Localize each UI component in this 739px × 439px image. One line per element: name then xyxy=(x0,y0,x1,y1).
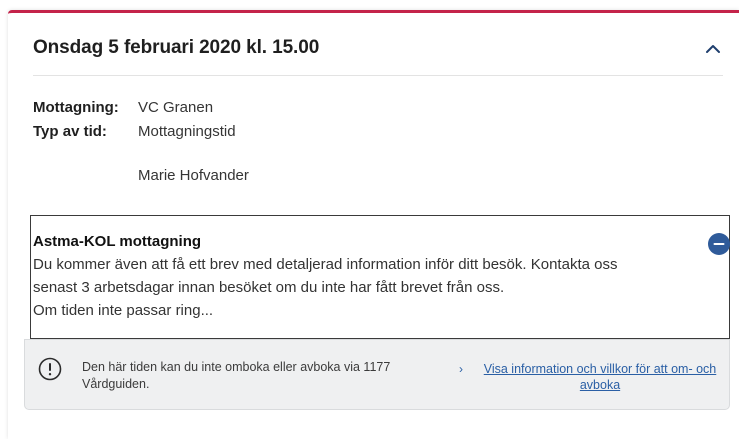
exclamation-circle-icon xyxy=(38,357,62,381)
notice-text: Den här tiden kan du inte omboka eller a… xyxy=(82,360,391,391)
chevron-right-icon: › xyxy=(459,362,463,376)
rebooking-notice: Den här tiden kan du inte omboka eller a… xyxy=(24,339,730,410)
conditions-link-text[interactable]: Visa information och villkor för att om-… xyxy=(475,361,725,393)
message-line: Du kommer även att få ett brev med detal… xyxy=(33,256,618,273)
detail-label-mottagning: Mottagning: xyxy=(33,99,119,116)
detail-value-mottagning: VC Granen xyxy=(138,99,214,116)
message-title: Astma-KOL mottagning xyxy=(33,233,202,250)
message-line: Om tiden inte passar ring... xyxy=(33,302,214,319)
detail-value-typ: Mottagningstid xyxy=(138,123,236,140)
detail-label-typ: Typ av tid: xyxy=(33,123,107,140)
message-line: senast 3 arbetsdagar innan besöket om du… xyxy=(33,279,505,296)
appointment-card: Onsdag 5 februari 2020 kl. 15.00 Mottagn… xyxy=(8,10,739,439)
minus-circle-icon[interactable] xyxy=(707,232,731,256)
appointment-title: Onsdag 5 februari 2020 kl. 15.00 xyxy=(33,37,320,58)
practitioner-name: Marie Hofvander xyxy=(138,167,249,184)
appointment-header[interactable]: Onsdag 5 februari 2020 kl. 15.00 xyxy=(33,37,723,76)
message-box: Astma-KOL mottagning Du kommer även att … xyxy=(30,215,730,339)
message-body: Du kommer även att få ett brev med detal… xyxy=(33,253,713,322)
chevron-up-icon[interactable] xyxy=(705,41,721,57)
